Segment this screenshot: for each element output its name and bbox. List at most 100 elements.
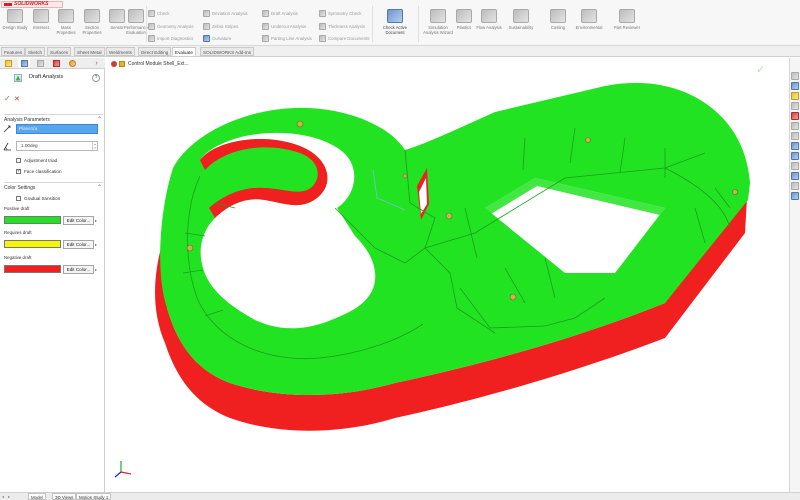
requires-draft-swatch [4, 240, 61, 248]
property-manager-icon [20, 60, 28, 67]
color-settings-header[interactable]: Color Settings ⌃ [4, 182, 103, 191]
dimxpert-manager-tab[interactable] [50, 59, 62, 68]
tab-features[interactable]: Features [1, 47, 26, 56]
tab-weldments[interactable]: Weldments [106, 47, 135, 56]
mass-properties-button[interactable]: Mass Properties [53, 8, 79, 44]
dimxpert-icon [52, 60, 60, 67]
draft-angle-icon [3, 142, 11, 151]
caret-right-icon[interactable]: ▸ [95, 265, 99, 274]
scroll-left-icon[interactable]: ◂ [2, 494, 6, 499]
sustainability-button[interactable]: Sustainability [506, 8, 536, 44]
toolbox-icon[interactable] [791, 142, 799, 150]
edit-requires-color-button[interactable]: Edit Color... [63, 240, 94, 249]
3dexperience-icon[interactable] [791, 152, 799, 160]
simulation-wizard-button[interactable]: Simulation Analysis Wizard [421, 8, 455, 44]
draft-angle-input[interactable]: 1.00deg ▴ ▾ [16, 141, 98, 151]
import-diagnostics-button[interactable]: Import Diagnostics [148, 34, 193, 43]
sustainability-icon [513, 9, 529, 23]
tab-sheet-metal[interactable]: Sheet Metal [74, 47, 105, 56]
tab-direct-editing[interactable]: Direct Editing [138, 47, 172, 56]
appearances-icon[interactable] [791, 112, 799, 120]
draft-analysis-button[interactable]: Draft Analysis [262, 9, 298, 18]
tab-sketch[interactable]: Sketch [25, 47, 46, 56]
parting-line-analysis-button[interactable]: Parting Line Analysis [262, 34, 312, 43]
tab-model[interactable]: Model [28, 493, 46, 500]
caret-right-icon[interactable]: ▸ [95, 216, 99, 225]
direction-of-pull-icon [3, 125, 11, 133]
part-model[interactable] [105, 58, 789, 492]
tab-evaluate[interactable]: Evaluate [172, 47, 196, 56]
spin-arrows-icon[interactable]: ▴ ▾ [92, 142, 97, 150]
negative-draft-swatch [4, 265, 61, 273]
design-study-button[interactable]: Design Study [2, 8, 28, 44]
ribbon-separator [372, 6, 373, 42]
check-button[interactable]: Check [148, 9, 169, 18]
edit-negative-color-button[interactable]: Edit Color... [63, 265, 94, 274]
zebra-icon [203, 23, 210, 30]
ribbon-separator [418, 6, 419, 42]
settings-icon[interactable] [791, 182, 799, 190]
geometry-analysis-button[interactable]: Geometry Analysis [148, 22, 194, 31]
property-manager-tab[interactable] [18, 59, 30, 68]
draft-analysis-icon [14, 74, 22, 82]
logo-text: SOLIDWORKS [14, 1, 49, 7]
tab-3d-views[interactable]: 3D Views [52, 493, 77, 500]
plastics-icon [456, 9, 472, 23]
direction-of-pull-field[interactable]: Plane1/a [16, 124, 98, 134]
plastics-button[interactable]: Plastics [451, 8, 477, 44]
flow-analysis-button[interactable]: Flow Analysis [476, 8, 502, 44]
flow-icon [481, 9, 497, 23]
intersect-button[interactable]: Intersect [28, 8, 54, 44]
costing-button[interactable]: Costing [545, 8, 571, 44]
checkbox-unchecked-icon [16, 195, 21, 201]
deviation-analysis-button[interactable]: Deviation Analysis [203, 9, 248, 18]
group-title: Analysis Parameters [4, 117, 50, 123]
curvature-button[interactable]: Curvature [203, 34, 231, 43]
feature-manager-icon [4, 60, 12, 67]
thickness-analysis-button[interactable]: Thickness Analysis [319, 22, 365, 31]
feature-manager-tab[interactable] [2, 59, 14, 68]
section-properties-icon [84, 9, 100, 23]
view-palette-icon[interactable] [791, 102, 799, 110]
tab-solidworks-add-ins[interactable]: SOLIDWORKS Add-Ins [200, 47, 254, 56]
symmetry-check-button[interactable]: Symmetry Check [319, 9, 361, 18]
solidworks-logo[interactable]: SOLIDWORKS [1, 1, 63, 8]
resources-icon[interactable] [791, 72, 799, 80]
panel-collapse-arrow[interactable]: › [92, 59, 101, 68]
adjustment-triad-checkbox[interactable]: Adjustment triad [16, 156, 57, 164]
tab-surfaces[interactable]: Surfaces [47, 47, 72, 56]
deviation-icon [203, 10, 210, 17]
design-library-icon[interactable] [791, 82, 799, 90]
analysis-parameters-header[interactable]: Analysis Parameters ⌃ [4, 114, 103, 123]
help-icon[interactable] [791, 192, 799, 200]
help-icon[interactable]: ? [92, 74, 100, 82]
scroll-right-icon[interactable]: ▸ [8, 494, 12, 499]
zebra-stripes-button[interactable]: Zebra Stripes [203, 22, 238, 31]
gradual-transition-checkbox[interactable]: Gradual transition [16, 194, 60, 202]
undercut-analysis-button[interactable]: Undercut Analysis [262, 22, 306, 31]
caret-right-icon[interactable]: ▸ [95, 240, 99, 249]
compare-documents-button[interactable]: Compare Documents [319, 34, 369, 43]
part-reviewer-button[interactable]: Part Reviewer [612, 8, 642, 44]
cancel-button[interactable]: ✕ [14, 95, 20, 103]
design-study-icon [7, 9, 23, 23]
checkbox-checked-icon [16, 168, 21, 174]
section-properties-button[interactable]: Section Properties [79, 8, 105, 44]
cloud-icon[interactable] [791, 172, 799, 180]
file-explorer-icon[interactable] [791, 92, 799, 100]
graphics-area[interactable]: Control Module Shell_Ext... ✓ [105, 58, 789, 492]
solidworks-forum-icon[interactable] [791, 132, 799, 140]
simulation-icon [430, 9, 446, 23]
tab-motion-study-1[interactable]: Motion Study 1 [76, 493, 112, 500]
ok-button[interactable]: ✓ [4, 94, 11, 103]
environmental-button[interactable]: Environmental [573, 8, 605, 44]
chevron-up-icon: ⌃ [96, 185, 102, 191]
custom-properties-icon[interactable] [791, 122, 799, 130]
property-manager-header: Draft Analysis ? [0, 72, 105, 84]
configuration-manager-tab[interactable] [34, 59, 46, 68]
markup-icon[interactable] [791, 162, 799, 170]
face-classification-checkbox[interactable]: Face classification [16, 167, 62, 175]
display-manager-tab[interactable] [66, 59, 78, 68]
edit-positive-color-button[interactable]: Edit Color... [63, 216, 94, 225]
check-active-document-button[interactable]: Check Active Document [376, 8, 414, 44]
